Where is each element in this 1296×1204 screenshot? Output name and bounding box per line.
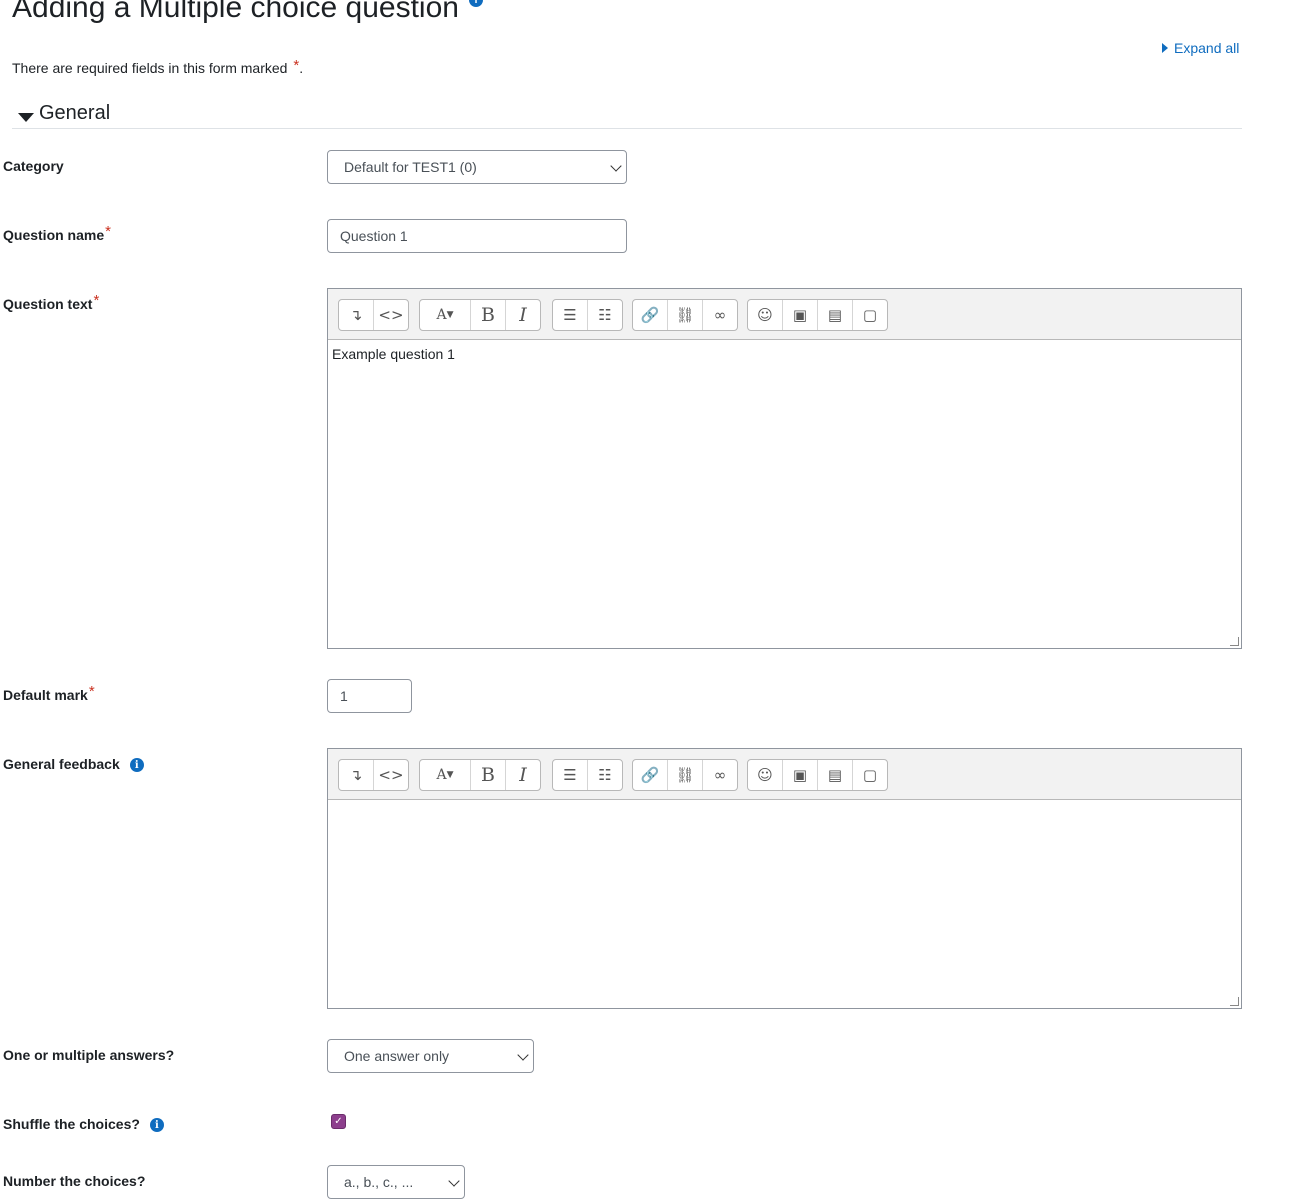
question-name-label: Question name *	[3, 223, 111, 243]
required-icon: *	[88, 683, 95, 700]
auto-link-icon[interactable]: ∞	[703, 300, 737, 330]
image-icon[interactable]: ▣	[783, 760, 818, 790]
general-feedback-label: General feedback i	[3, 756, 144, 772]
manage-files-icon[interactable]: ▢	[853, 760, 887, 790]
shuffle-checkbox[interactable]: ✓	[331, 1114, 346, 1129]
collapse-toolbar-icon[interactable]: ↴	[339, 760, 374, 790]
section-general-toggle[interactable]: General	[12, 102, 1242, 129]
image-icon[interactable]: ▣	[783, 300, 818, 330]
required-fields-note: There are required fields in this form m…	[12, 57, 304, 76]
caret-right-icon	[1162, 43, 1168, 53]
toolbar-group: 🔗 ⛓ ∞	[632, 299, 738, 331]
category-label: Category	[3, 158, 64, 174]
style-icon[interactable]: A ▼	[420, 300, 471, 330]
expand-all-label: Expand all	[1174, 40, 1240, 56]
link-icon[interactable]: 🔗	[633, 300, 668, 330]
expand-all-link[interactable]: Expand all	[1162, 40, 1239, 56]
required-icon: *	[293, 57, 300, 74]
unordered-list-icon[interactable]: ☰	[553, 760, 588, 790]
style-icon[interactable]: A ▼	[420, 760, 471, 790]
emoticon-icon[interactable]: ☺	[748, 300, 783, 330]
unordered-list-icon[interactable]: ☰	[553, 300, 588, 330]
html-source-icon[interactable]: <>	[374, 300, 408, 330]
question-text-editor[interactable]: ↴ <> A ▼ B I ☰ ☷ 🔗 ⛓ ∞ ☺ ▣ ▤ ▢ Example q…	[327, 288, 1242, 649]
info-icon[interactable]: i	[469, 0, 483, 7]
link-icon[interactable]: 🔗	[633, 760, 668, 790]
chevron-down-icon	[448, 1175, 460, 1187]
toolbar-group: ☺ ▣ ▤ ▢	[747, 299, 888, 331]
shuffle-label: Shuffle the choices? i	[3, 1116, 164, 1132]
section-general-label: General	[39, 102, 111, 124]
required-icon: *	[93, 292, 100, 309]
numbering-label: Number the choices?	[3, 1173, 146, 1189]
unlink-icon[interactable]: ⛓	[668, 760, 703, 790]
category-select[interactable]: Default for TEST1 (0)	[327, 150, 627, 184]
question-text-label: Question text *	[3, 292, 100, 312]
toolbar-group: A ▼ B I	[419, 299, 541, 331]
toolbar-group: ☰ ☷	[552, 299, 623, 331]
chevron-down-icon	[610, 160, 622, 172]
help-icon[interactable]: i	[129, 758, 144, 772]
help-icon[interactable]: i	[149, 1118, 164, 1132]
collapse-toolbar-icon[interactable]: ↴	[339, 300, 374, 330]
default-mark-label: Default mark *	[3, 683, 95, 703]
italic-icon[interactable]: I	[506, 760, 540, 790]
html-source-icon[interactable]: <>	[374, 760, 408, 790]
unlink-icon[interactable]: ⛓	[668, 300, 703, 330]
toolbar-group: ↴ <>	[338, 299, 409, 331]
toolbar-group: ☺ ▣ ▤ ▢	[747, 759, 888, 791]
toolbar-group: A ▼ B I	[419, 759, 541, 791]
toolbar-group: ↴ <>	[338, 759, 409, 791]
resize-handle-icon[interactable]	[1230, 637, 1239, 646]
manage-files-icon[interactable]: ▢	[853, 300, 887, 330]
answers-mode-select[interactable]: One answer only	[327, 1039, 534, 1073]
page: Adding a Multiple choice question i Expa…	[0, 0, 1296, 1204]
media-icon[interactable]: ▤	[818, 300, 853, 330]
media-icon[interactable]: ▤	[818, 760, 853, 790]
italic-icon[interactable]: I	[506, 300, 540, 330]
editor-content[interactable]: Example question 1	[328, 340, 1241, 368]
editor-content[interactable]	[328, 800, 1241, 812]
answers-mode-label: One or multiple answers?	[3, 1047, 175, 1063]
bold-icon[interactable]: B	[471, 300, 506, 330]
bold-icon[interactable]: B	[471, 760, 506, 790]
general-feedback-editor[interactable]: ↴ <> A ▼ B I ☰ ☷ 🔗 ⛓ ∞ ☺ ▣ ▤ ▢	[327, 748, 1242, 1009]
emoticon-icon[interactable]: ☺	[748, 760, 783, 790]
toolbar-group: ☰ ☷	[552, 759, 623, 791]
auto-link-icon[interactable]: ∞	[703, 760, 737, 790]
question-name-input[interactable]: Question 1	[327, 219, 627, 253]
required-icon: *	[105, 223, 111, 240]
ordered-list-icon[interactable]: ☷	[588, 760, 622, 790]
editor-toolbar: ↴ <> A ▼ B I ☰ ☷ 🔗 ⛓ ∞ ☺ ▣ ▤ ▢	[328, 289, 1241, 340]
numbering-select[interactable]: a., b., c., ...	[327, 1165, 465, 1199]
chevron-down-icon	[517, 1049, 529, 1061]
editor-toolbar: ↴ <> A ▼ B I ☰ ☷ 🔗 ⛓ ∞ ☺ ▣ ▤ ▢	[328, 749, 1241, 800]
resize-handle-icon[interactable]	[1230, 997, 1239, 1006]
toolbar-group: 🔗 ⛓ ∞	[632, 759, 738, 791]
check-icon: ✓	[334, 1116, 343, 1127]
ordered-list-icon[interactable]: ☷	[588, 300, 622, 330]
default-mark-input[interactable]: 1	[327, 679, 412, 713]
caret-down-icon	[18, 113, 34, 122]
page-title: Adding a Multiple choice question	[12, 0, 459, 24]
